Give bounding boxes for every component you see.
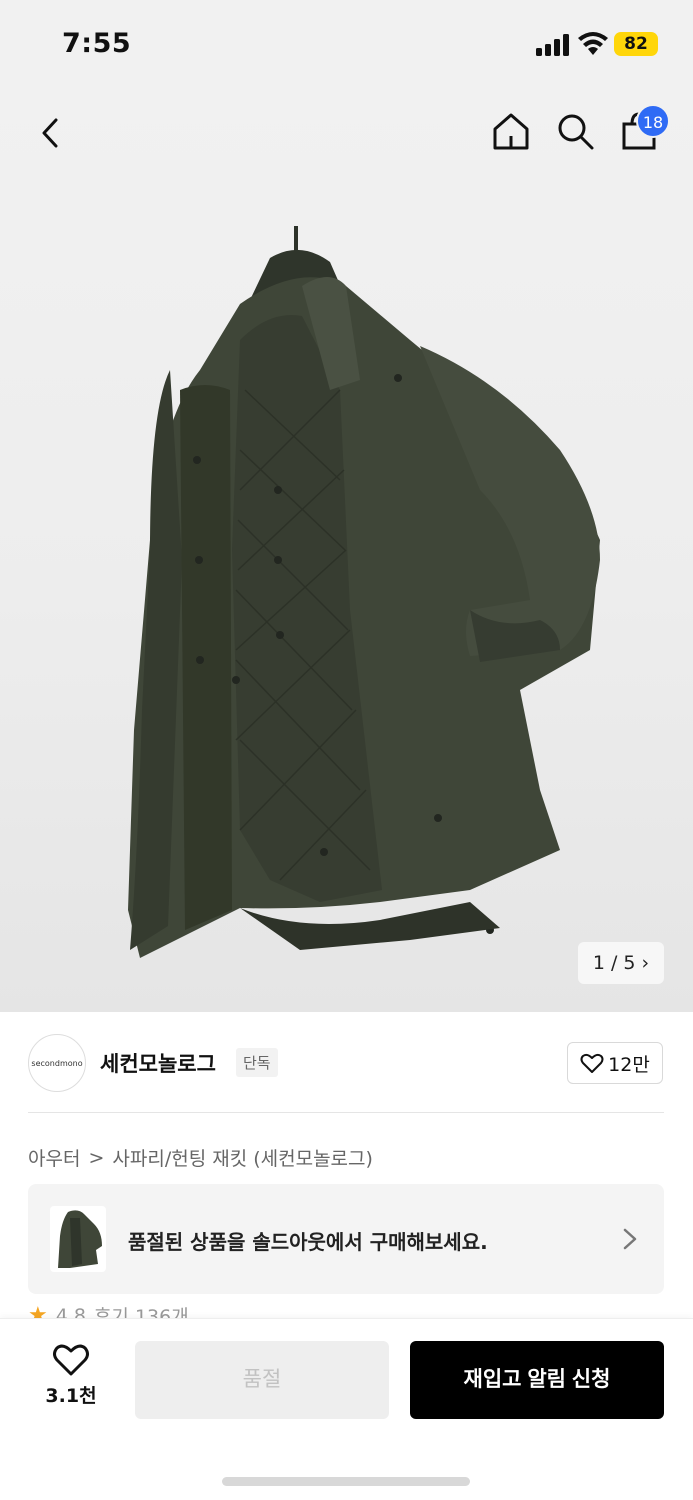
brand-row[interactable]: secondmono 세컨모놀로그 단독 12만 (0, 1012, 693, 1112)
product-like-button[interactable]: 3.1천 (30, 1343, 112, 1413)
soldout-button[interactable]: 품절 (135, 1341, 389, 1419)
brand-like-count: 12만 (608, 1053, 650, 1076)
home-indicator[interactable] (222, 1477, 470, 1486)
home-icon[interactable] (490, 110, 532, 152)
back-icon[interactable] (30, 112, 72, 154)
soldout-thumbnail (50, 1206, 106, 1272)
brand-name[interactable]: 세컨모놀로그 (100, 1048, 216, 1078)
chevron-right-icon (623, 1228, 637, 1250)
divider (28, 1112, 664, 1113)
battery-indicator: 82 (614, 32, 658, 56)
status-bar: 7:55 82 (0, 0, 693, 90)
product-image-gallery[interactable]: 18 1 / 5 › (0, 90, 693, 1012)
page-indicator-text: 1 / 5 (592, 952, 636, 974)
brand-logo[interactable]: secondmono (28, 1034, 86, 1092)
bottom-action-bar: 3.1천 품절 재입고 알림 신청 (0, 1318, 693, 1500)
heart-icon (53, 1344, 89, 1376)
product-image (128, 226, 600, 959)
exclusive-badge: 단독 (236, 1048, 278, 1077)
status-time: 7:55 (62, 28, 132, 59)
cart-count-badge: 18 (636, 104, 670, 138)
search-icon[interactable] (554, 110, 596, 152)
breadcrumb: 아우터 > 사파리/헌팅 재킷 (세컨모놀로그) (28, 1144, 373, 1171)
chevron-right-icon: › (641, 952, 650, 974)
soldout-banner-text: 품절된 상품을 솔드아웃에서 구매해보세요. (128, 1230, 488, 1254)
heart-icon (580, 1053, 604, 1073)
wifi-icon (578, 32, 608, 55)
breadcrumb-subcategory[interactable]: 사파리/헌팅 재킷 (세컨모놀로그) (112, 1144, 373, 1171)
cellular-signal-icon (536, 34, 569, 56)
breadcrumb-category[interactable]: 아우터 (28, 1144, 80, 1171)
brand-like-button[interactable]: 12만 (567, 1042, 663, 1084)
image-page-indicator[interactable]: 1 / 5 › (578, 942, 664, 984)
product-like-count: 3.1천 (45, 1385, 97, 1407)
restock-alert-button[interactable]: 재입고 알림 신청 (410, 1341, 664, 1419)
soldout-banner[interactable]: 품절된 상품을 솔드아웃에서 구매해보세요. (28, 1184, 664, 1294)
breadcrumb-separator: > (88, 1146, 105, 1169)
